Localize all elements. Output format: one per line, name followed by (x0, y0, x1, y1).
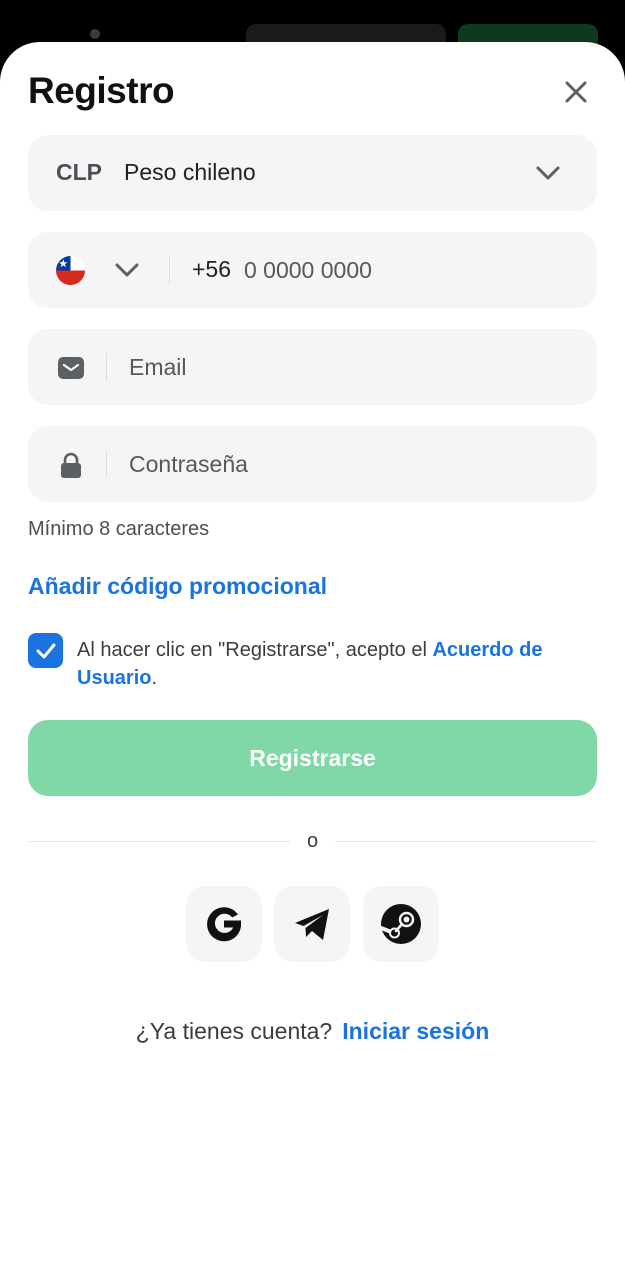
field-divider (169, 256, 170, 284)
currency-select[interactable]: CLP Peso chileno (28, 135, 597, 211)
currency-code: CLP (56, 159, 102, 185)
currency-name: Peso chileno (124, 159, 256, 185)
login-prompt: ¿Ya tienes cuenta? (135, 1018, 333, 1044)
field-divider (106, 353, 107, 381)
register-button[interactable]: Registrarse (28, 720, 597, 796)
or-divider-label: o (306, 830, 319, 852)
login-prompt-row: ¿Ya tienes cuenta? Iniciar sesión (0, 1018, 625, 1045)
password-field (28, 426, 597, 502)
telegram-login-button[interactable] (274, 886, 350, 962)
close-icon (565, 81, 587, 103)
email-input[interactable] (129, 351, 569, 383)
phone-input[interactable] (244, 254, 564, 286)
envelope-icon (58, 357, 84, 379)
chile-flag-icon (56, 256, 85, 285)
agreement-checkbox[interactable] (28, 633, 63, 668)
divider-line-right (335, 841, 597, 842)
steam-login-button[interactable] (363, 886, 439, 962)
close-button[interactable] (556, 72, 596, 112)
add-promo-code-link[interactable]: Añadir código promocional (28, 573, 327, 600)
password-input[interactable] (129, 448, 569, 480)
background-dot (90, 29, 100, 39)
divider-line-left (28, 841, 290, 842)
lock-icon (61, 452, 81, 478)
registration-sheet: Registro CLP Peso chileno +56 0 0000 000… (0, 42, 625, 1280)
page-title: Registro (28, 70, 175, 111)
email-field (28, 329, 597, 405)
password-hint: Mínimo 8 caracteres (28, 518, 210, 540)
checkmark-icon (36, 643, 55, 658)
chevron-down-icon (115, 263, 139, 277)
agreement-text-after: . (151, 667, 158, 689)
telegram-icon (295, 909, 329, 940)
agreement-text-before: Al hacer clic en "Registrarse", acepto e… (77, 639, 433, 661)
google-login-button[interactable] (186, 886, 262, 962)
phone-prefix: +56 (192, 256, 232, 282)
login-link[interactable]: Iniciar sesión (342, 1018, 489, 1044)
field-divider (106, 450, 107, 478)
steam-icon (379, 904, 421, 944)
google-icon (207, 907, 241, 942)
chevron-down-icon (536, 166, 560, 180)
country-code-select[interactable] (28, 232, 168, 308)
phone-field: +56 (28, 232, 597, 308)
agreement-text: Al hacer clic en "Registrarse", acepto e… (77, 636, 597, 692)
